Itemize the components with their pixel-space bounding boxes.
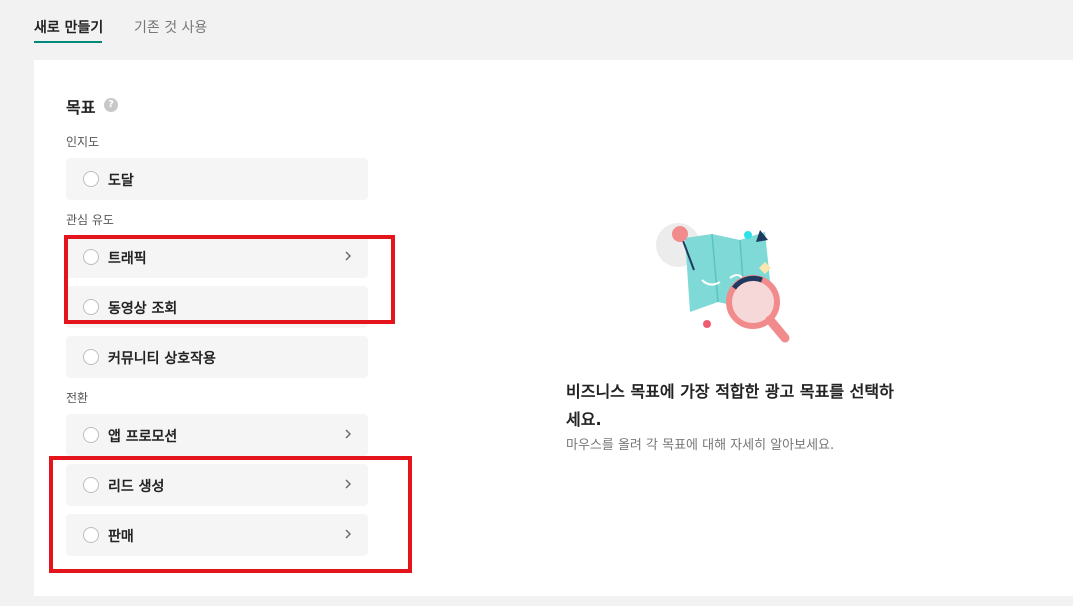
option-video-views[interactable]: 동영상 조회: [66, 286, 368, 328]
option-label: 커뮤니티 상호작용: [108, 351, 216, 367]
section-title: 목표: [66, 98, 96, 117]
radio-button[interactable]: [83, 427, 99, 443]
option-label: 판매: [108, 529, 134, 545]
option-label: 도달: [108, 173, 134, 189]
group-label-consideration: 관심 유도: [66, 213, 114, 227]
chevron-right-icon: [345, 251, 351, 261]
radio-button[interactable]: [83, 299, 99, 315]
option-app-promotion[interactable]: 앱 프로모션: [66, 414, 368, 456]
info-subtitle: 마우스를 올려 각 목표에 대해 자세히 알아보세요.: [566, 438, 835, 453]
tab-new[interactable]: 새로 만들기: [34, 17, 103, 37]
option-sales[interactable]: 판매: [66, 514, 368, 556]
info-title: 비즈니스 목표에 가장 적합한 광고 목표를 선택하세요.: [566, 382, 894, 429]
group-label-awareness: 인지도: [66, 135, 100, 149]
radio-button[interactable]: [83, 249, 99, 265]
active-tab-indicator: [34, 41, 102, 43]
option-label: 앱 프로모션: [108, 429, 178, 445]
radio-button[interactable]: [83, 349, 99, 365]
option-lead-generation[interactable]: 리드 생성: [66, 464, 368, 506]
map-magnifier-illustration: [656, 223, 790, 343]
chevron-right-icon: [345, 529, 351, 539]
option-traffic[interactable]: 트래픽: [66, 236, 368, 278]
option-reach[interactable]: 도달: [66, 158, 368, 200]
radio-button[interactable]: [83, 477, 99, 493]
question-circle-icon[interactable]: ?: [104, 98, 118, 112]
chevron-right-icon: [345, 479, 351, 489]
option-community-engagement[interactable]: 커뮤니티 상호작용: [66, 336, 368, 378]
radio-button[interactable]: [83, 527, 99, 543]
tab-existing[interactable]: 기존 것 사용: [134, 17, 207, 37]
option-label: 동영상 조회: [108, 301, 178, 317]
option-label: 리드 생성: [108, 479, 165, 495]
tab-bar: 새로 만들기 기존 것 사용: [0, 0, 1073, 44]
radio-button[interactable]: [83, 171, 99, 187]
group-label-conversion: 전환: [66, 391, 89, 405]
chevron-right-icon: [345, 429, 351, 439]
option-label: 트래픽: [108, 251, 147, 267]
